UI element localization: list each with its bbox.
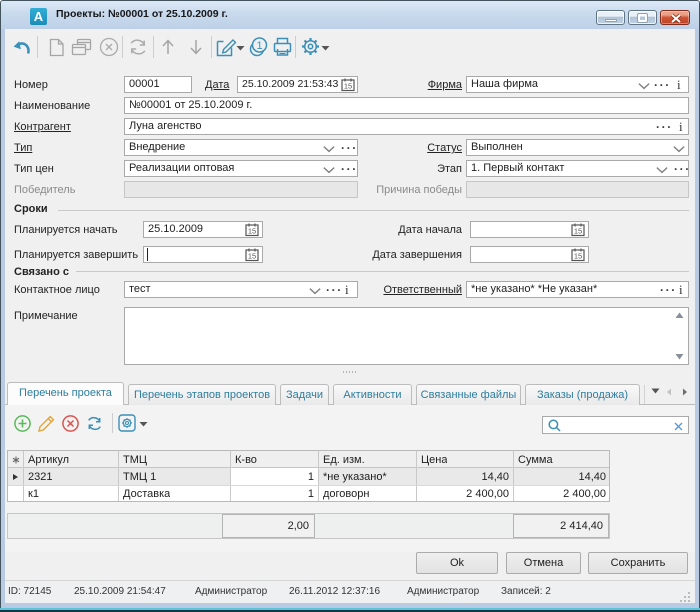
svg-text:15: 15 bbox=[574, 227, 582, 236]
svg-text:15: 15 bbox=[248, 252, 256, 261]
svg-text:15: 15 bbox=[248, 227, 256, 236]
svg-text:15: 15 bbox=[574, 252, 582, 261]
svg-text:15: 15 bbox=[344, 82, 352, 91]
svg-text:1: 1 bbox=[256, 40, 262, 52]
